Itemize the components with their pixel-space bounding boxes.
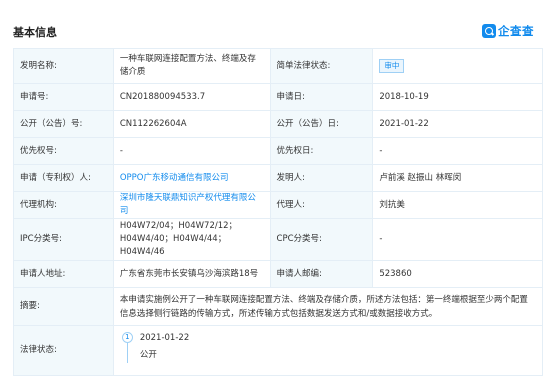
address-label: 申请人地址:	[14, 261, 114, 287]
priority-date-value: -	[373, 138, 543, 164]
app-date-label: 申请日:	[270, 84, 374, 110]
timeline: 1 2021-01-22 公开	[120, 326, 536, 375]
cpc-value: -	[373, 219, 543, 260]
status-badge: 审中	[379, 59, 405, 73]
legal-status-timeline: 1 2021-01-22 公开	[114, 326, 543, 375]
legal-status-label: 法律状态:	[14, 326, 114, 375]
inventor-label: 发明人:	[270, 165, 374, 191]
postcode-value: 523860	[373, 261, 543, 287]
pub-date-value: 2021-01-22	[373, 111, 543, 137]
section-title: 基本信息	[13, 26, 57, 39]
agency-label: 代理机构:	[14, 192, 114, 218]
inventor-value: 卢前溪 赵振山 林晖闵	[373, 165, 543, 191]
agent-label: 代理人:	[270, 192, 374, 218]
applicant-label: 申请（专利权）人:	[14, 165, 114, 191]
timeline-step-number: 1	[121, 332, 133, 343]
pub-date-label: 公开（公告）日:	[270, 111, 374, 137]
section-header: 基本信息 企查查	[0, 0, 550, 48]
table-row: 优先权号: - 优先权日: -	[14, 138, 543, 165]
table-row: 申请人地址: 广东省东莞市长安镇乌沙海滨路18号 申请人邮编: 523860	[14, 261, 543, 288]
table-row: 代理机构: 深圳市隆天联鼎知识产权代理有限公司 代理人: 刘抗美	[14, 192, 543, 219]
table-row: 申请（专利权）人: OPPO广东移动通信有限公司 发明人: 卢前溪 赵振山 林晖…	[14, 165, 543, 192]
abstract-value: 本申请实施例公开了一种车联网连接配置方法、终端及存储介质，所述方法包括：第一终端…	[114, 288, 543, 325]
table-row: 公开（公告）号: CN112262604A 公开（公告）日: 2021-01-2…	[14, 111, 543, 138]
ipc-label: IPC分类号:	[14, 219, 114, 260]
simple-legal-status-cell: 审中	[373, 49, 543, 83]
app-no-value: CN201880094533.7	[114, 84, 271, 110]
timeline-connector	[126, 343, 128, 363]
ipc-value: H04W72/04；H04W72/12；H04W4/40；H04W4/44；H0…	[114, 219, 271, 260]
pub-no-value: CN112262604A	[114, 111, 271, 137]
simple-legal-status-label: 简单法律状态:	[270, 49, 374, 83]
invention-name-value: 一种车联网连接配置方法、终端及存储介质	[114, 49, 271, 83]
timeline-status: 公开	[139, 350, 157, 360]
applicant-link[interactable]: OPPO广东移动通信有限公司	[120, 172, 229, 185]
postcode-label: 申请人邮编:	[270, 261, 374, 287]
cpc-label: CPC分类号:	[270, 219, 374, 260]
table-row: 发明名称: 一种车联网连接配置方法、终端及存储介质 简单法律状态: 审中	[14, 49, 543, 84]
invention-name-label: 发明名称:	[14, 49, 114, 83]
priority-no-label: 优先权号:	[14, 138, 114, 164]
table-row: 申请号: CN201880094533.7 申请日: 2018-10-19	[14, 84, 543, 111]
table-row: IPC分类号: H04W72/04；H04W72/12；H04W4/40；H04…	[14, 219, 543, 261]
priority-no-value: -	[114, 138, 271, 164]
qichacha-logo[interactable]: 企查查	[482, 22, 534, 40]
table-row: 摘要: 本申请实施例公开了一种车联网连接配置方法、终端及存储介质，所述方法包括：…	[14, 288, 543, 326]
logo-text: 企查查	[498, 24, 534, 38]
app-no-label: 申请号:	[14, 84, 114, 110]
app-date-value: 2018-10-19	[373, 84, 543, 110]
logo-search-icon	[482, 24, 496, 38]
agent-value: 刘抗美	[373, 192, 543, 218]
basic-info-table: 发明名称: 一种车联网连接配置方法、终端及存储介质 简单法律状态: 审中 申请号…	[13, 48, 543, 376]
priority-date-label: 优先权日:	[270, 138, 374, 164]
address-value: 广东省东莞市长安镇乌沙海滨路18号	[114, 261, 271, 287]
applicant-cell: OPPO广东移动通信有限公司	[114, 165, 271, 191]
table-row: 法律状态: 1 2021-01-22 公开	[14, 326, 543, 376]
pub-no-label: 公开（公告）号:	[14, 111, 114, 137]
agency-cell: 深圳市隆天联鼎知识产权代理有限公司	[114, 192, 271, 218]
agency-link[interactable]: 深圳市隆天联鼎知识产权代理有限公司	[120, 192, 264, 218]
timeline-date: 2021-01-22	[139, 333, 190, 343]
abstract-label: 摘要:	[14, 288, 114, 325]
